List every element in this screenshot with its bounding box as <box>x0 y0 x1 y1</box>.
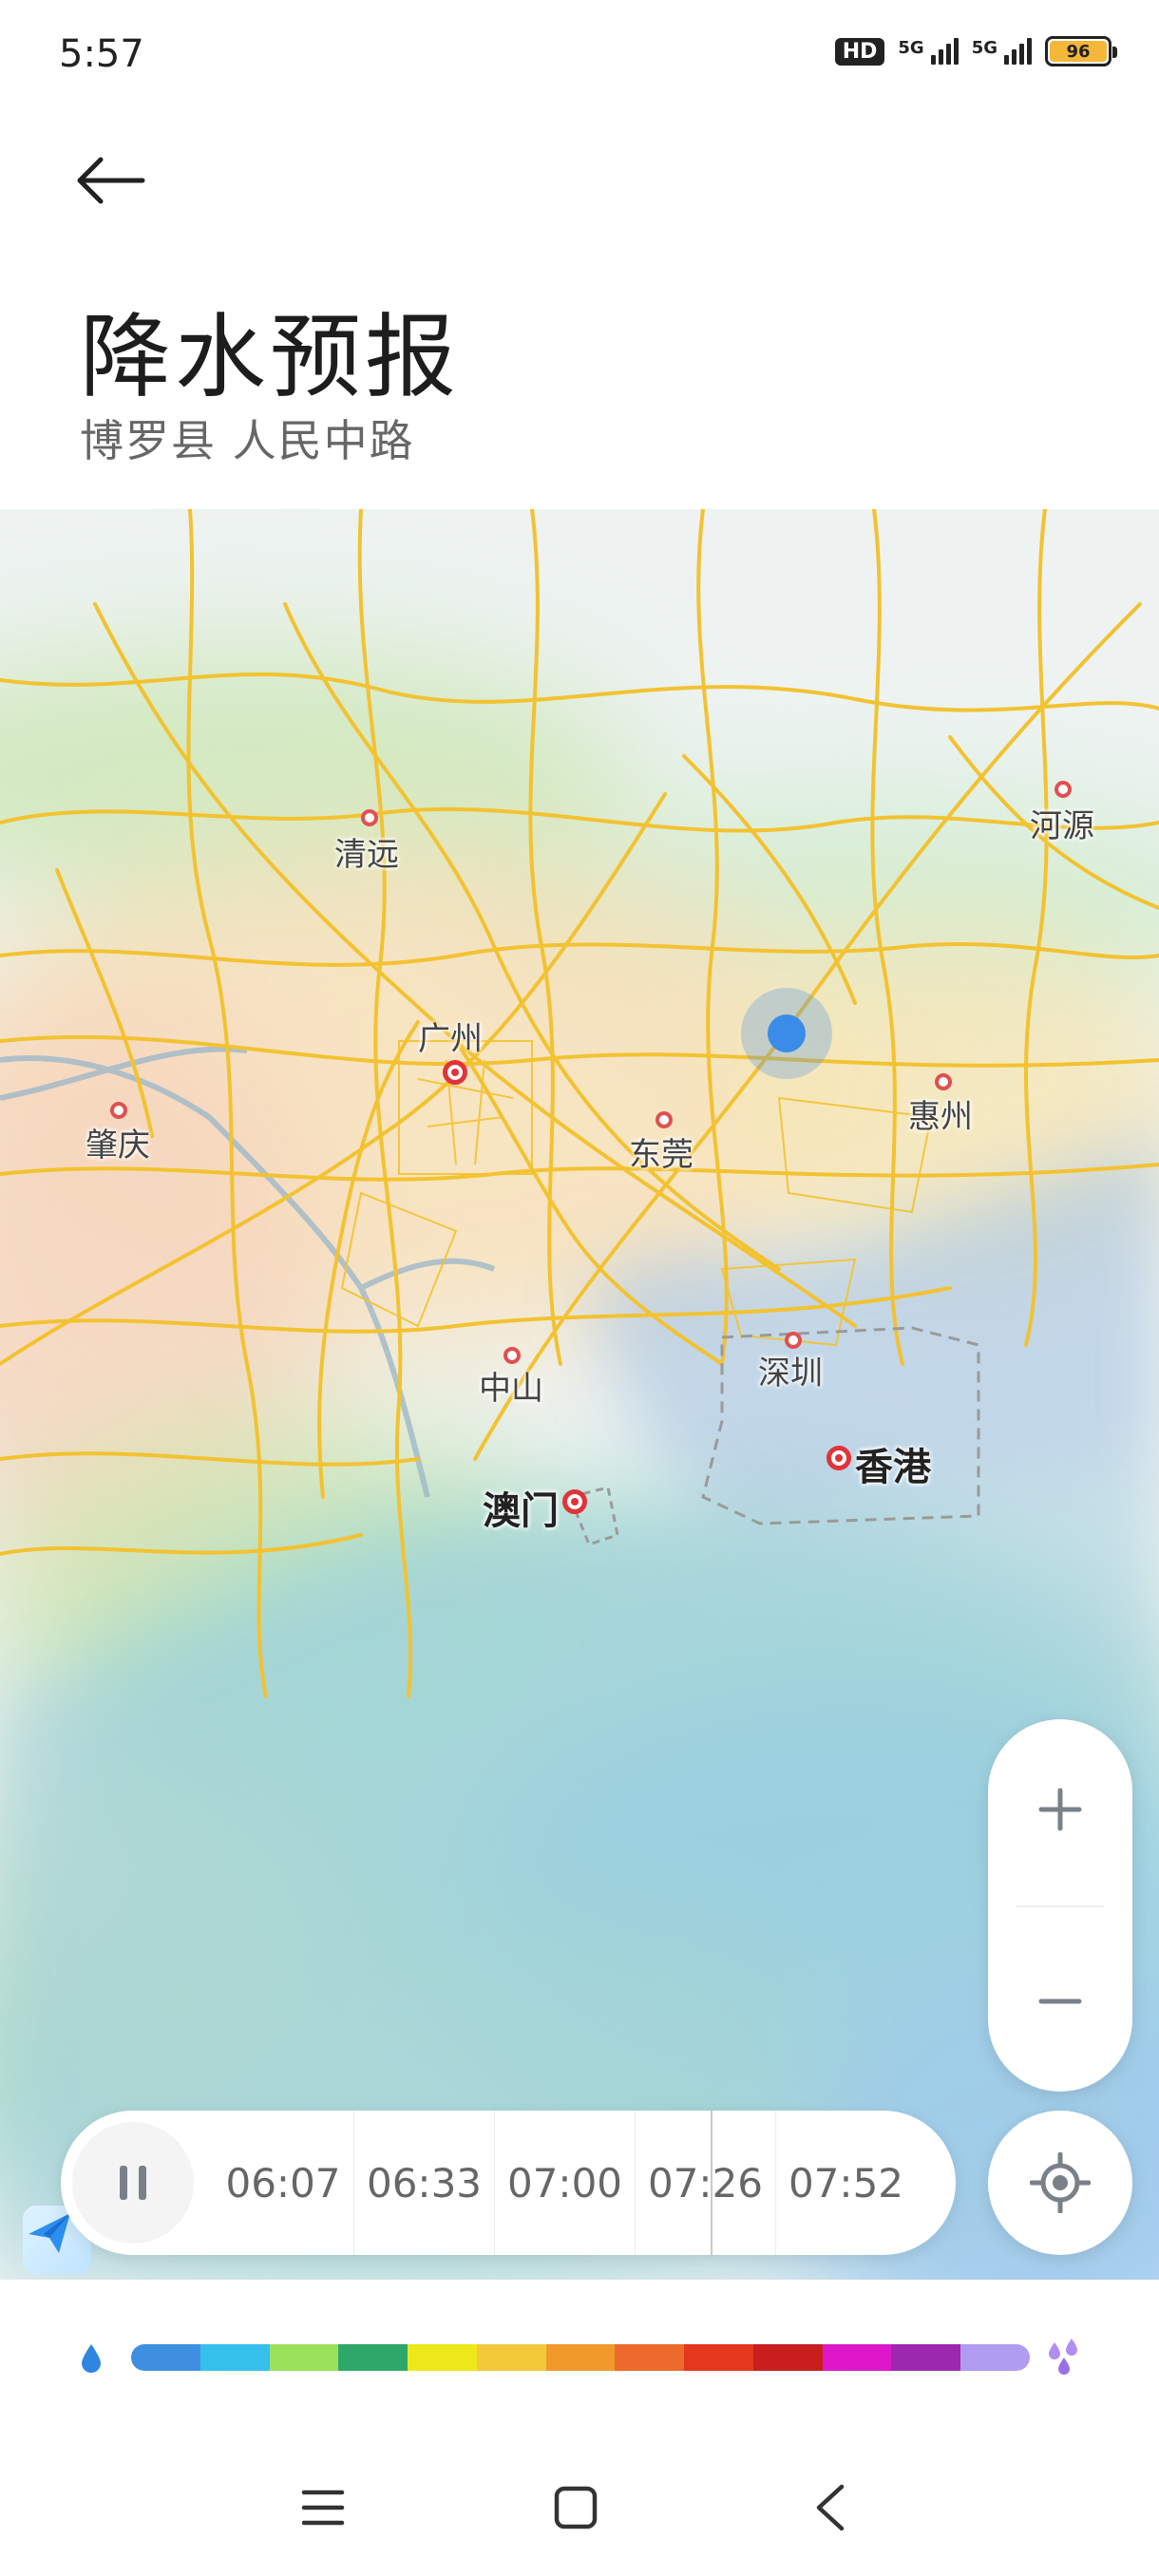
page-title: 降水预报 <box>80 304 460 410</box>
legend-swatch <box>752 2344 823 2371</box>
timeline-time[interactable]: 06:07 <box>213 2111 353 2255</box>
heavy-rain-icon <box>1049 2339 1077 2375</box>
city-label[interactable]: 惠州 <box>908 1090 973 1137</box>
map-canvas <box>0 509 1159 2280</box>
location-subtitle: 博罗县 人民中路 <box>80 415 415 466</box>
city-marker <box>443 1060 467 1085</box>
zoom-control <box>988 1719 1132 2092</box>
city-marker <box>656 1111 673 1128</box>
precipitation-legend <box>80 2339 1087 2377</box>
minus-icon <box>1038 1998 1082 2004</box>
timeline-cursor[interactable] <box>711 2111 712 2255</box>
timeline-time[interactable]: 07:00 <box>494 2111 635 2255</box>
home-button[interactable] <box>538 2479 614 2536</box>
city-label[interactable]: 澳门 <box>483 1480 559 1535</box>
home-icon <box>554 2486 598 2529</box>
legend-swatch <box>476 2344 546 2371</box>
signal-icon: 5G <box>898 38 959 65</box>
city-marker <box>361 809 378 826</box>
city-marker <box>562 1489 587 1514</box>
legend-swatch <box>615 2344 685 2371</box>
battery-level: 96 <box>1050 41 1107 62</box>
legend-swatch <box>684 2344 753 2371</box>
legend-swatch <box>338 2344 408 2371</box>
city-marker <box>1054 781 1072 798</box>
battery-icon: 96 <box>1045 36 1117 66</box>
city-label[interactable]: 广州 <box>418 1013 483 1059</box>
precipitation-map[interactable]: 清远 河源 广州 肇庆 东莞 惠州 中山 深圳 香港 澳门 <box>0 509 1159 2280</box>
network-label: 5G <box>898 38 924 58</box>
back-button[interactable] <box>72 142 158 218</box>
status-icons: HD 5G 5G 96 <box>834 36 1117 66</box>
city-marker <box>935 1073 952 1090</box>
timeline-time[interactable]: 06:33 <box>353 2111 494 2255</box>
city-label[interactable]: 深圳 <box>758 1347 823 1393</box>
status-bar: 5:57 HD 5G 5G 96 <box>0 0 1159 114</box>
timeline-time[interactable]: 07:52 <box>775 2111 916 2255</box>
system-nav-bar <box>0 2460 1159 2555</box>
zoom-divider <box>1016 1905 1104 1907</box>
hd-icon: HD <box>834 37 885 66</box>
city-marker <box>110 1102 127 1119</box>
back-icon <box>816 2484 845 2531</box>
arrow-left-icon <box>77 157 145 204</box>
city-label[interactable]: 清远 <box>334 828 399 875</box>
pause-icon <box>120 2166 146 2200</box>
zoom-out-button[interactable] <box>988 1911 1132 2092</box>
timeline-time[interactable]: 07:26 <box>635 2111 775 2255</box>
legend-swatch <box>200 2344 270 2371</box>
nav-back-button[interactable] <box>792 2479 868 2536</box>
signal-icon-2: 5G <box>972 38 1032 65</box>
timeline-times: 06:07 06:33 07:00 07:26 07:52 <box>213 2111 916 2255</box>
network-label-2: 5G <box>971 38 998 58</box>
legend-swatch <box>960 2344 1030 2371</box>
legend-swatch <box>131 2344 200 2371</box>
legend-swatch <box>269 2344 339 2371</box>
city-label[interactable]: 中山 <box>479 1362 543 1409</box>
timeline-bar: 06:07 06:33 07:00 07:26 07:52 <box>61 2111 956 2255</box>
menu-icon <box>301 2490 345 2526</box>
city-label[interactable]: 香港 <box>855 1436 931 1491</box>
current-location-marker <box>768 1014 806 1052</box>
legend-swatch <box>891 2344 961 2371</box>
city-label[interactable]: 肇庆 <box>86 1119 150 1165</box>
legend-swatch <box>545 2344 616 2371</box>
plus-icon <box>1038 1788 1082 1831</box>
zoom-in-button[interactable] <box>988 1719 1132 1900</box>
legend-swatch <box>822 2344 892 2371</box>
status-time: 5:57 <box>59 32 144 76</box>
raindrop-icon <box>82 2344 101 2373</box>
legend-color-scale <box>131 2344 1030 2371</box>
pause-button[interactable] <box>72 2122 194 2244</box>
legend-swatch <box>408 2344 477 2371</box>
menu-button[interactable] <box>285 2479 361 2536</box>
locate-button[interactable] <box>988 2111 1132 2255</box>
city-marker <box>826 1446 851 1470</box>
city-label[interactable]: 河源 <box>1030 800 1094 846</box>
locate-icon <box>1030 2152 1091 2213</box>
city-label[interactable]: 东莞 <box>629 1128 694 1175</box>
